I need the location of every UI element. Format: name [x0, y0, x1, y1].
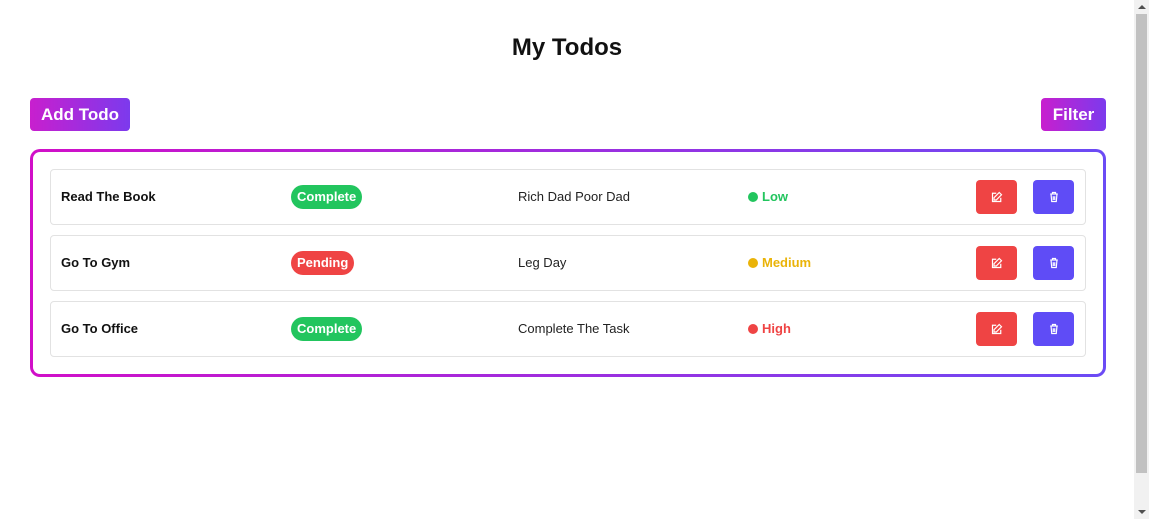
todo-name: Go To Gym [61, 255, 131, 270]
edit-button[interactable] [976, 246, 1017, 280]
edit-button[interactable] [976, 312, 1017, 346]
priority-dot-icon [748, 258, 758, 268]
edit-button[interactable] [976, 180, 1017, 214]
scroll-down-arrow-icon[interactable] [1138, 510, 1146, 514]
todo-row: Go To Gym Pending Leg Day Medium [50, 235, 1086, 291]
status-badge: Complete [291, 317, 363, 341]
priority-dot-icon [748, 324, 758, 334]
priority-label: Low [748, 170, 788, 224]
todo-row: Read The Book Complete Rich Dad Poor Dad… [50, 169, 1086, 225]
filter-button[interactable]: Filter [1041, 98, 1106, 131]
delete-button[interactable] [1033, 312, 1074, 346]
priority-label: High [748, 302, 791, 356]
priority-text: Low [762, 189, 788, 204]
todo-list: Read The Book Complete Rich Dad Poor Dad… [30, 149, 1106, 377]
todo-description: Leg Day [518, 255, 567, 270]
priority-label: Medium [748, 236, 811, 290]
trash-icon [1049, 257, 1058, 269]
page: My Todos Add Todo Filter Read The Book C… [0, 0, 1134, 519]
priority-dot-icon [748, 192, 758, 202]
pencil-square-icon [991, 323, 1002, 335]
pencil-square-icon [991, 257, 1002, 269]
todo-name: Go To Office [61, 321, 139, 336]
scroll-up-arrow-icon[interactable] [1138, 5, 1146, 9]
status-badge: Complete [291, 185, 363, 209]
delete-button[interactable] [1033, 180, 1074, 214]
pencil-square-icon [991, 191, 1002, 203]
trash-icon [1049, 323, 1058, 335]
todo-list-inner: Read The Book Complete Rich Dad Poor Dad… [33, 152, 1103, 374]
todo-row: Go To Office Complete Complete The Task … [50, 301, 1086, 357]
priority-text: High [762, 321, 791, 336]
trash-icon [1049, 191, 1058, 203]
vertical-scrollbar[interactable] [1134, 0, 1149, 519]
status-badge: Pending [291, 251, 355, 275]
page-title: My Todos [511, 34, 623, 61]
add-todo-button[interactable]: Add Todo [30, 98, 130, 131]
priority-text: Medium [762, 255, 812, 270]
todo-name: Read The Book [61, 189, 156, 204]
todo-description: Rich Dad Poor Dad [518, 189, 630, 204]
todo-description: Complete The Task [518, 321, 630, 336]
scrollbar-thumb[interactable] [1136, 14, 1147, 473]
delete-button[interactable] [1033, 246, 1074, 280]
